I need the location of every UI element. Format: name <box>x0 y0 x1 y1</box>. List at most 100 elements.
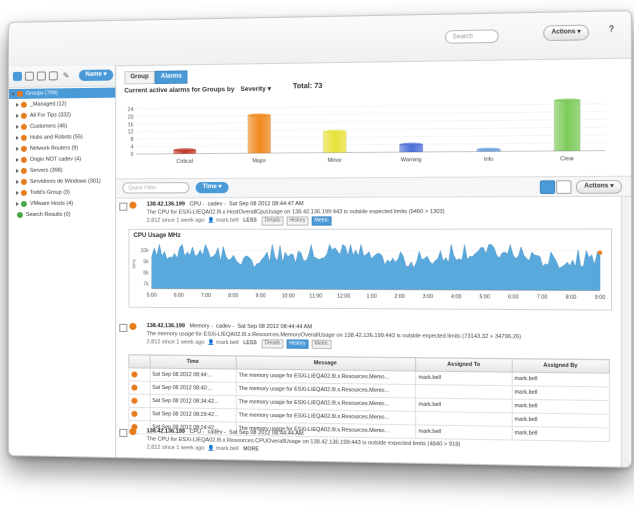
tree-item-label: _Managed (12) <box>29 101 67 108</box>
category-label: Info <box>484 157 494 163</box>
expand-arrow-icon[interactable] <box>15 146 19 151</box>
list-view-icon[interactable] <box>24 71 34 81</box>
alarm-ip: 138.42.136.199 <box>146 428 185 435</box>
alarm-time: Sat Sep 08 2012 08:44:44 AM <box>237 323 313 331</box>
time-label: Time <box>202 184 217 191</box>
history-cell-time: Sat Sep 08 2012 08:44:... <box>149 368 236 383</box>
tree-item[interactable]: Servers (398) <box>9 165 115 176</box>
latest-point-marker <box>597 250 603 255</box>
assignee-icon[interactable]: 👤 <box>208 446 215 452</box>
time-sort-button[interactable]: Time ▾ <box>195 181 229 194</box>
edit-icon[interactable]: ✎ <box>63 71 72 80</box>
expand-arrow-icon[interactable] <box>15 190 19 195</box>
x-tick-label: 1:00 <box>366 294 377 300</box>
alarm-list-scrollbar[interactable] <box>620 196 630 467</box>
expand-arrow-icon[interactable] <box>15 201 19 206</box>
alarm-type: Memory <box>189 323 210 330</box>
major-severity-icon <box>129 427 137 436</box>
y-tick-label: 12 <box>128 130 134 136</box>
history-cell-assigned-to: mark.bell <box>415 371 512 386</box>
more-button[interactable]: MORE <box>241 446 261 454</box>
alarm-user: mark.bell <box>216 445 239 453</box>
history-button[interactable]: History <box>286 216 309 226</box>
category-label: Critical <box>176 159 193 165</box>
alarm-checkbox[interactable] <box>119 202 128 211</box>
alarm-item[interactable]: 138.42.136.199 Memory - cadev - Sat Sep … <box>116 322 620 355</box>
severity-dropdown[interactable]: Severity ▾ <box>240 86 271 94</box>
tree-item[interactable]: Groups (799) <box>8 87 116 99</box>
status-dot-icon <box>20 123 27 130</box>
x-tick-label: 7:00 <box>201 293 211 299</box>
expand-arrow-icon[interactable] <box>15 179 19 184</box>
tree-item[interactable]: Todd's Group (3) <box>9 188 115 198</box>
tree-view-icon[interactable] <box>12 71 22 81</box>
history-button[interactable]: History <box>286 339 309 349</box>
alarm-actions-button[interactable]: Actions ▾ <box>575 179 622 194</box>
tiles-view-icon[interactable] <box>48 71 58 81</box>
tree-item[interactable]: Servidores de Windows (301) <box>9 176 115 187</box>
grid-mode-icon[interactable] <box>556 180 572 194</box>
x-tick-label: 11:00 <box>310 293 323 299</box>
expand-arrow-icon[interactable] <box>15 113 19 118</box>
history-header-assigned-by[interactable]: Assigned By <box>511 358 610 374</box>
expand-arrow-icon[interactable] <box>15 102 19 107</box>
y-tick-label: 4 <box>131 145 134 151</box>
major-severity-icon <box>131 384 138 391</box>
alarm-type: CPU <box>189 428 202 436</box>
status-dot-icon <box>20 112 27 119</box>
help-icon[interactable]: ? <box>609 24 614 34</box>
list-mode-icon[interactable] <box>539 180 556 194</box>
expand-arrow-icon[interactable] <box>15 157 19 162</box>
bar-clear <box>554 100 580 151</box>
total-count: Total: 73 <box>292 82 323 91</box>
alarm-ip: 138.42.136.199 <box>146 323 185 330</box>
tree-item[interactable]: Search Results (0) <box>9 210 115 220</box>
details-button[interactable]: Details <box>261 216 284 226</box>
tree-item[interactable]: Customers (46) <box>9 121 115 132</box>
alarm-meta: 2,812 since 1 week ago <box>146 217 205 224</box>
metric-button[interactable]: Metric <box>311 339 332 350</box>
actions-button[interactable]: Actions ▾ <box>543 24 590 42</box>
assignee-icon[interactable]: 👤 <box>208 218 215 224</box>
tab-group[interactable]: Group <box>124 70 155 85</box>
grid-view-icon[interactable] <box>36 71 46 81</box>
search-input[interactable]: Search <box>444 29 499 44</box>
tree-item[interactable]: _Managed (12) <box>9 99 115 110</box>
quick-filter-input[interactable]: Quick Filter <box>122 182 190 194</box>
x-tick-label: 5:00 <box>147 293 157 299</box>
details-button[interactable]: Details <box>261 339 284 349</box>
status-dot-icon <box>20 101 27 108</box>
less-button[interactable]: LESS <box>241 218 259 225</box>
alarm-checkbox[interactable] <box>119 428 128 438</box>
history-cell-assigned-to: mark.bell <box>415 397 512 413</box>
tree-item[interactable]: All For Tips (332) <box>9 110 115 121</box>
expand-arrow-icon[interactable] <box>11 91 15 96</box>
x-tick-label: 4:00 <box>451 294 462 300</box>
major-severity-icon <box>131 397 138 404</box>
metric-button[interactable]: Metric <box>311 216 332 226</box>
alarm-checkbox[interactable] <box>119 323 128 332</box>
alarm-meta-row: 2,812 since 1 week ago 👤 mark.bell LESS … <box>147 338 332 350</box>
tree-item-label: Origin NOT cadev (4) <box>29 156 82 163</box>
status-dot-icon <box>20 134 27 141</box>
main-panel: Group Alarms Current active alarms for Gr… <box>116 58 631 467</box>
tree-item[interactable]: Network Routers (9) <box>9 143 115 154</box>
tree-item[interactable]: Origin NOT cadev (4) <box>9 154 115 165</box>
assignee-icon[interactable]: 👤 <box>208 340 215 346</box>
major-severity-icon <box>131 410 138 417</box>
history-cell-assigned-to <box>415 384 512 400</box>
history-header-assigned-to[interactable]: Assigned To <box>415 357 512 373</box>
history-header-time[interactable]: Time <box>149 354 236 370</box>
tab-alarms[interactable]: Alarms <box>154 70 188 85</box>
tree-item[interactable]: Hubs and Robots (55) <box>9 132 115 143</box>
alarm-time: Sat Sep 08 2012 08:44:44 AM <box>228 429 304 438</box>
sort-name-button[interactable]: Name ▾ <box>78 69 114 82</box>
expand-arrow-icon[interactable] <box>15 135 19 140</box>
history-row-icon-cell <box>128 380 150 395</box>
alarm-type: CPU <box>189 201 202 208</box>
less-button[interactable]: LESS <box>241 340 259 347</box>
expand-arrow-icon[interactable] <box>15 168 19 173</box>
alarm-item[interactable]: 138.42.136.199 CPU - cadev - Sat Sep 08 … <box>116 199 620 229</box>
tree-item[interactable]: VMware Hosts (4) <box>9 199 115 209</box>
expand-arrow-icon[interactable] <box>15 124 19 129</box>
